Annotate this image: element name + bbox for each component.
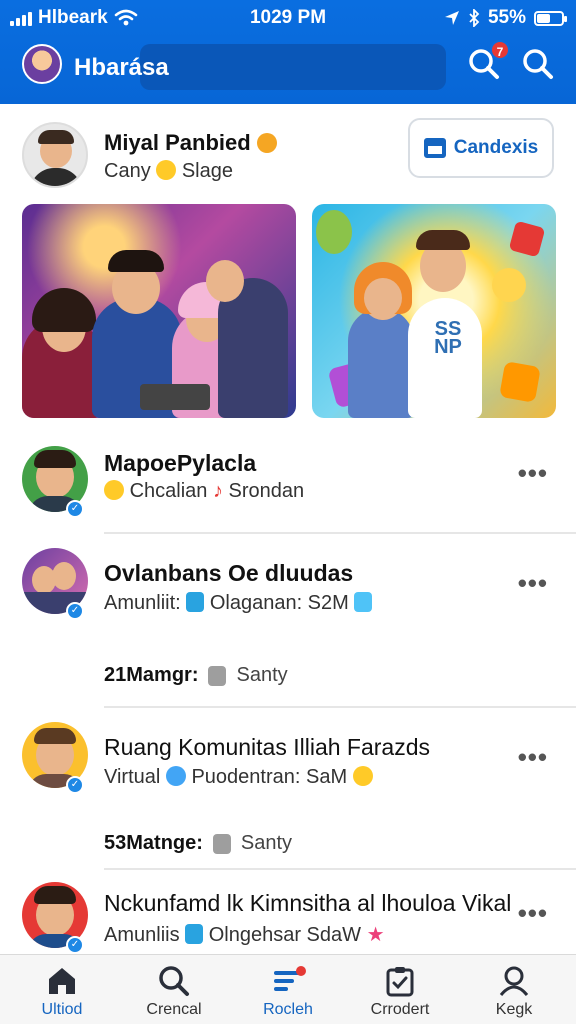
profile-subtitle: Cany Slage bbox=[104, 160, 233, 182]
status-bar: Hlbeark 1029 PM 55% bbox=[0, 0, 576, 36]
item-title: Ovlanbans Oe dluudas bbox=[104, 560, 354, 586]
phone-icon bbox=[186, 592, 205, 612]
clipboard-icon bbox=[386, 967, 414, 997]
star-icon: ★ bbox=[366, 924, 385, 946]
tab-label: Ultiod bbox=[41, 1001, 83, 1018]
app-bar: Hbarásа 7 bbox=[0, 40, 576, 96]
location-icon bbox=[444, 11, 459, 25]
search-icon bbox=[159, 966, 189, 996]
more-options-button[interactable]: ••• bbox=[518, 568, 548, 599]
verified-icon: ✓ bbox=[66, 936, 84, 954]
item-meta: 53Matnge: Santy bbox=[104, 832, 293, 854]
more-options-button[interactable]: ••• bbox=[518, 458, 548, 489]
media-card-group-photo[interactable] bbox=[22, 204, 296, 418]
item-subtitle: Amunliit: Olaganan: S2M bbox=[104, 592, 373, 615]
document-icon bbox=[212, 833, 231, 854]
divider bbox=[104, 532, 576, 534]
divider bbox=[104, 868, 576, 870]
app-title: Hbarásа bbox=[74, 54, 169, 81]
profile-icon bbox=[499, 966, 529, 996]
more-options-button[interactable]: ••• bbox=[518, 898, 548, 929]
verified-icon: ✓ bbox=[66, 602, 84, 620]
list-item[interactable]: ✓ Ovlanbans Oe dluudas Amunliit: Olagana… bbox=[0, 540, 576, 710]
tab-label: Crencal bbox=[146, 1001, 202, 1018]
list-item[interactable]: ✓ Ruang Komunitas Illiah Farazds Virtual… bbox=[0, 716, 576, 876]
emoji-icon bbox=[165, 766, 186, 786]
search-input[interactable] bbox=[140, 44, 446, 90]
profile-name: Miyal Panbied bbox=[104, 130, 277, 156]
item-subtitle: Amunliis Olngehsar SdaW ★ bbox=[104, 924, 385, 946]
feed-icon bbox=[274, 966, 306, 991]
profile-header: Miyal Panbied Cany Slage Candexis bbox=[0, 118, 576, 198]
tab-tasks[interactable]: Crrodert bbox=[350, 963, 450, 1023]
search-icon bbox=[523, 49, 553, 79]
battery-percent: 55% bbox=[487, 7, 526, 28]
tab-feed[interactable]: Rocleh bbox=[238, 963, 338, 1023]
candexis-button[interactable]: Candexis bbox=[408, 118, 554, 178]
tab-profile[interactable]: Kegk bbox=[464, 963, 564, 1023]
avatar[interactable] bbox=[22, 44, 62, 84]
item-subtitle: Chcalian ♪ Srondan bbox=[104, 480, 304, 503]
list-item[interactable]: ✓ Nckunfamd lk Kimnsitha al lhouloa Vika… bbox=[0, 880, 576, 954]
emoji-icon bbox=[156, 160, 177, 180]
item-subtitle: Virtual Puodentran: SaM bbox=[104, 766, 373, 789]
item-title: Ruang Komunitas Illiah Farazds bbox=[104, 734, 430, 760]
verified-icon: ✓ bbox=[66, 776, 84, 794]
bottom-nav: Ultiod Crencal Rocleh Crrodert Kegk bbox=[0, 954, 576, 1024]
emoji-icon bbox=[352, 766, 373, 786]
media-card-celebration[interactable]: SS NP bbox=[312, 204, 556, 418]
document-icon bbox=[208, 665, 227, 686]
tab-label: Crrodert bbox=[370, 1001, 430, 1018]
item-meta: 21Mamgr: Santy bbox=[104, 664, 288, 686]
battery-icon bbox=[534, 10, 567, 26]
phone-icon bbox=[185, 924, 204, 944]
top-bar: Hlbeark 1029 PM 55% Hbarásа 7 bbox=[0, 0, 576, 104]
shirt-text: SS NP bbox=[434, 318, 462, 358]
camera-icon bbox=[354, 592, 373, 612]
bluetooth-icon bbox=[469, 9, 480, 27]
search-button[interactable] bbox=[520, 46, 560, 86]
divider bbox=[104, 706, 576, 708]
avatar[interactable] bbox=[22, 122, 88, 188]
item-title: Nckunfamd lk Kimnsitha al lhouloa Vikal bbox=[104, 890, 512, 916]
emoji-icon bbox=[256, 133, 277, 153]
list-item[interactable]: ✓ MapoePylacla Chcalian ♪ Srondan ••• bbox=[0, 440, 576, 536]
emoji-icon bbox=[104, 480, 124, 500]
tab-label: Kegk bbox=[495, 1001, 533, 1018]
tab-label: Rocleh bbox=[263, 1001, 313, 1018]
notification-badge: 7 bbox=[490, 40, 510, 60]
verified-icon: ✓ bbox=[66, 500, 84, 518]
music-icon: ♪ bbox=[212, 480, 223, 502]
home-icon bbox=[49, 968, 75, 994]
feed[interactable]: Miyal Panbied Cany Slage Candexis SS NP … bbox=[0, 104, 576, 954]
tab-search[interactable]: Crencal bbox=[124, 963, 224, 1023]
more-options-button[interactable]: ••• bbox=[518, 742, 548, 773]
tab-home[interactable]: Ultiod bbox=[12, 963, 112, 1023]
notifications-button[interactable]: 7 bbox=[466, 40, 510, 86]
item-title: MapoePylacla bbox=[104, 450, 257, 476]
calendar-icon bbox=[423, 138, 446, 158]
